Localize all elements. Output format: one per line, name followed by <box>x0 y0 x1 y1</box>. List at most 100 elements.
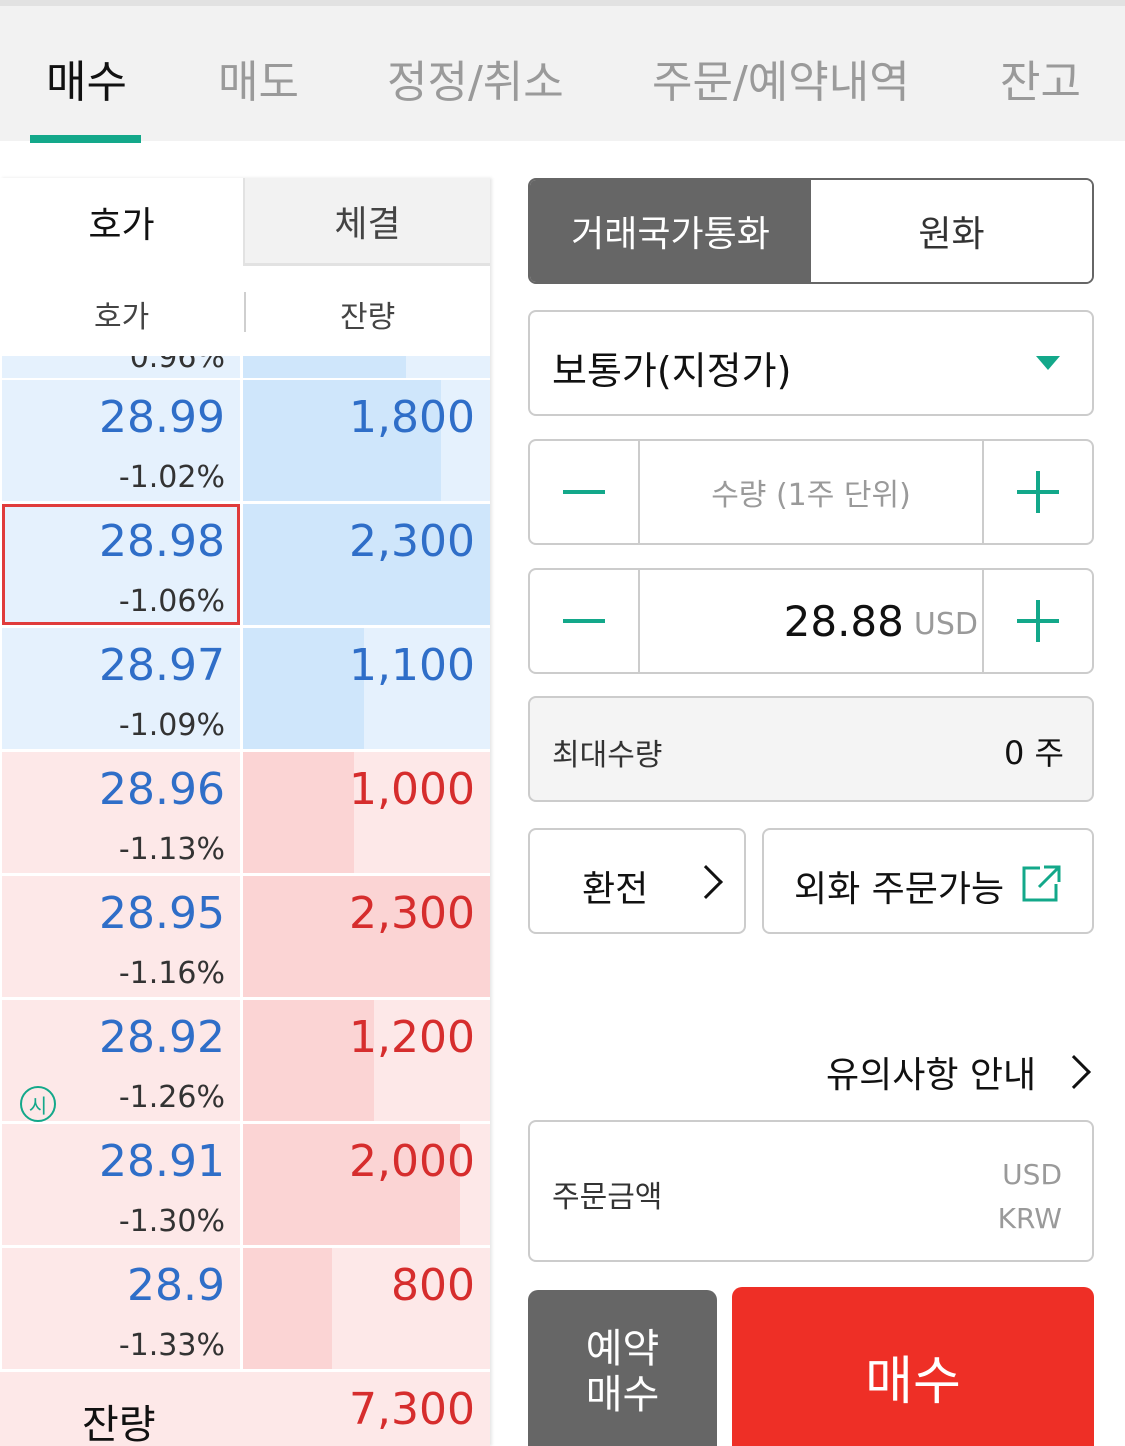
qty-cell: 2,300 <box>243 504 490 625</box>
qty-cell: 1,200 <box>243 1000 490 1121</box>
order-book-price: 28.9 <box>127 1260 225 1311</box>
order-amount-unit-usd: USD <box>1002 1158 1062 1191</box>
price-cell[interactable]: 28.96 -1.13% <box>2 752 240 873</box>
order-book-price: 28.99 <box>99 392 225 443</box>
active-tab-indicator <box>30 135 141 143</box>
qty-bar <box>243 628 365 749</box>
buy-button-label: 매수 <box>865 1352 961 1412</box>
subtab-quote[interactable]: 호가 <box>0 178 243 266</box>
order-book-price: 28.95 <box>99 888 225 939</box>
order-type-value: 보통가(지정가) <box>552 349 792 393</box>
order-book-pct: 0.96% <box>129 356 225 375</box>
plus-icon <box>1017 600 1059 642</box>
bid-row[interactable]: 28.95 -1.16% 2,300 <box>0 876 490 999</box>
tab-sell[interactable]: 매도 <box>218 46 299 110</box>
column-header-price: 호가 <box>94 300 150 335</box>
subtab-trades[interactable]: 체결 <box>243 178 490 266</box>
quantity-input[interactable]: 수량 (1주 단위) <box>640 441 982 543</box>
order-book-pct: -1.13% <box>118 832 225 867</box>
qty-cell: 1,100 <box>243 628 490 749</box>
fx-available-button-label: 외화 주문가능 <box>794 869 1005 910</box>
ask-row[interactable]: 28.97 -1.09% 1,100 <box>0 628 490 751</box>
price-increase-button[interactable] <box>982 570 1092 672</box>
order-book-pct: -1.09% <box>118 708 225 743</box>
order-book-qty: 2,300 <box>349 888 475 939</box>
ask-row[interactable]: 28.99 -1.02% 1,800 <box>0 380 490 503</box>
tab-balance[interactable]: 잔고 <box>1000 46 1081 110</box>
total-remaining-label: 잔량 <box>82 1402 156 1446</box>
tab-modify-cancel[interactable]: 정정/취소 <box>387 46 564 110</box>
price-unit: USD <box>913 606 978 642</box>
quantity-decrease-button[interactable] <box>530 441 640 543</box>
price-cell[interactable]: 28.91 -1.30% <box>2 1124 240 1245</box>
exchange-button-label: 환전 <box>582 869 649 910</box>
qty-cell: 2,000 <box>243 1124 490 1245</box>
top-tab-bar: 매수 매도 정정/취소 주문/예약내역 잔고 <box>0 0 1125 143</box>
order-book-qty: 1,800 <box>349 392 475 443</box>
order-amount-label: 주문금액 <box>552 1180 663 1215</box>
bid-row[interactable]: 28.96 -1.13% 1,000 <box>0 752 490 875</box>
price-stepper: 28.88 USD <box>528 568 1094 674</box>
reserve-buy-label-line1: 예약 <box>585 1326 660 1372</box>
price-cell[interactable]: 28.92 -1.26% 시 <box>2 1000 240 1122</box>
order-book-price: 28.98 <box>99 516 225 567</box>
price-input[interactable]: 28.88 USD <box>640 570 982 672</box>
market-price-marker-icon: 시 <box>20 1086 56 1122</box>
minus-icon <box>563 490 605 494</box>
tab-orders[interactable]: 주문/예약내역 <box>652 46 910 110</box>
chevron-right-icon <box>689 865 723 899</box>
plus-icon <box>1017 471 1059 513</box>
price-cell[interactable]: 28.97 -1.09% <box>2 628 240 749</box>
price-cell[interactable]: 28.95 -1.16% <box>2 876 240 997</box>
quantity-increase-button[interactable] <box>982 441 1092 543</box>
max-quantity-box: 최대수량 0 주 <box>528 696 1094 802</box>
price-decrease-button[interactable] <box>530 570 640 672</box>
qty-cell: 1,000 <box>243 752 490 873</box>
price-cell[interactable]: 28.9 -1.33% <box>2 1248 240 1369</box>
order-book-qty: 2,300 <box>349 516 475 567</box>
external-link-icon <box>1022 865 1061 902</box>
order-type-select[interactable]: 보통가(지정가) <box>528 310 1094 416</box>
bid-row[interactable]: 28.9 -1.33% 800 <box>0 1248 490 1371</box>
qty-cell: 800 <box>243 1248 490 1369</box>
dropdown-caret-icon <box>1036 356 1060 370</box>
order-book-pct: -1.06% <box>118 584 225 619</box>
order-book-pct: -1.26% <box>118 1080 225 1115</box>
order-book-pct: -1.16% <box>118 956 225 991</box>
currency-toggle: 거래국가통화 원화 <box>528 178 1094 284</box>
qty-bar <box>243 356 407 378</box>
buy-button[interactable]: 매수 <box>732 1287 1094 1446</box>
fx-available-button[interactable]: 외화 주문가능 <box>762 828 1094 934</box>
notice-link[interactable]: 유의사항 안내 <box>826 1046 1091 1098</box>
qty-cell: 2,300 <box>243 876 490 997</box>
reserve-buy-button[interactable]: 예약 매수 <box>528 1290 717 1446</box>
order-book-qty: 1,200 <box>349 1012 475 1063</box>
price-cell[interactable]: 28.98 -1.06% <box>2 504 240 625</box>
order-book: 호가 체결 호가 잔량 0.96% 28.99 -1.02% 1,800 28.98 -… <box>0 178 490 1446</box>
total-remaining-row: 잔량 7,300 <box>0 1372 490 1446</box>
order-book-pct: -1.33% <box>118 1328 225 1363</box>
ask-row[interactable]: 28.98 -1.06% 2,300 <box>0 504 490 627</box>
order-book-price: 28.91 <box>99 1136 225 1187</box>
exchange-button[interactable]: 환전 <box>528 828 746 934</box>
qty-bar <box>243 752 355 873</box>
max-quantity-label: 최대수량 <box>552 738 663 773</box>
qty-cell: 1,800 <box>243 380 490 501</box>
currency-option-krw[interactable]: 원화 <box>811 180 1092 282</box>
bid-row[interactable]: 28.91 -1.30% 2,000 <box>0 1124 490 1247</box>
order-book-pct: -1.02% <box>118 460 225 495</box>
notice-link-label: 유의사항 안내 <box>826 1055 1037 1096</box>
tab-buy[interactable]: 매수 <box>46 46 127 110</box>
price-cell[interactable]: 28.99 -1.02% <box>2 380 240 501</box>
qty-bar <box>243 1248 332 1369</box>
order-amount-unit-krw: KRW <box>997 1202 1062 1235</box>
total-remaining-value: 7,300 <box>349 1384 475 1435</box>
order-book-qty: 800 <box>391 1260 475 1311</box>
currency-option-local[interactable]: 거래국가통화 <box>530 180 811 282</box>
bid-row[interactable]: 28.92 -1.26% 시 1,200 <box>0 1000 490 1123</box>
reserve-buy-label-line2: 매수 <box>585 1372 660 1418</box>
column-divider <box>244 292 246 332</box>
order-book-price: 28.92 <box>99 1012 225 1063</box>
max-quantity-value: 0 주 <box>1004 734 1064 772</box>
chevron-right-icon <box>1057 1055 1091 1089</box>
